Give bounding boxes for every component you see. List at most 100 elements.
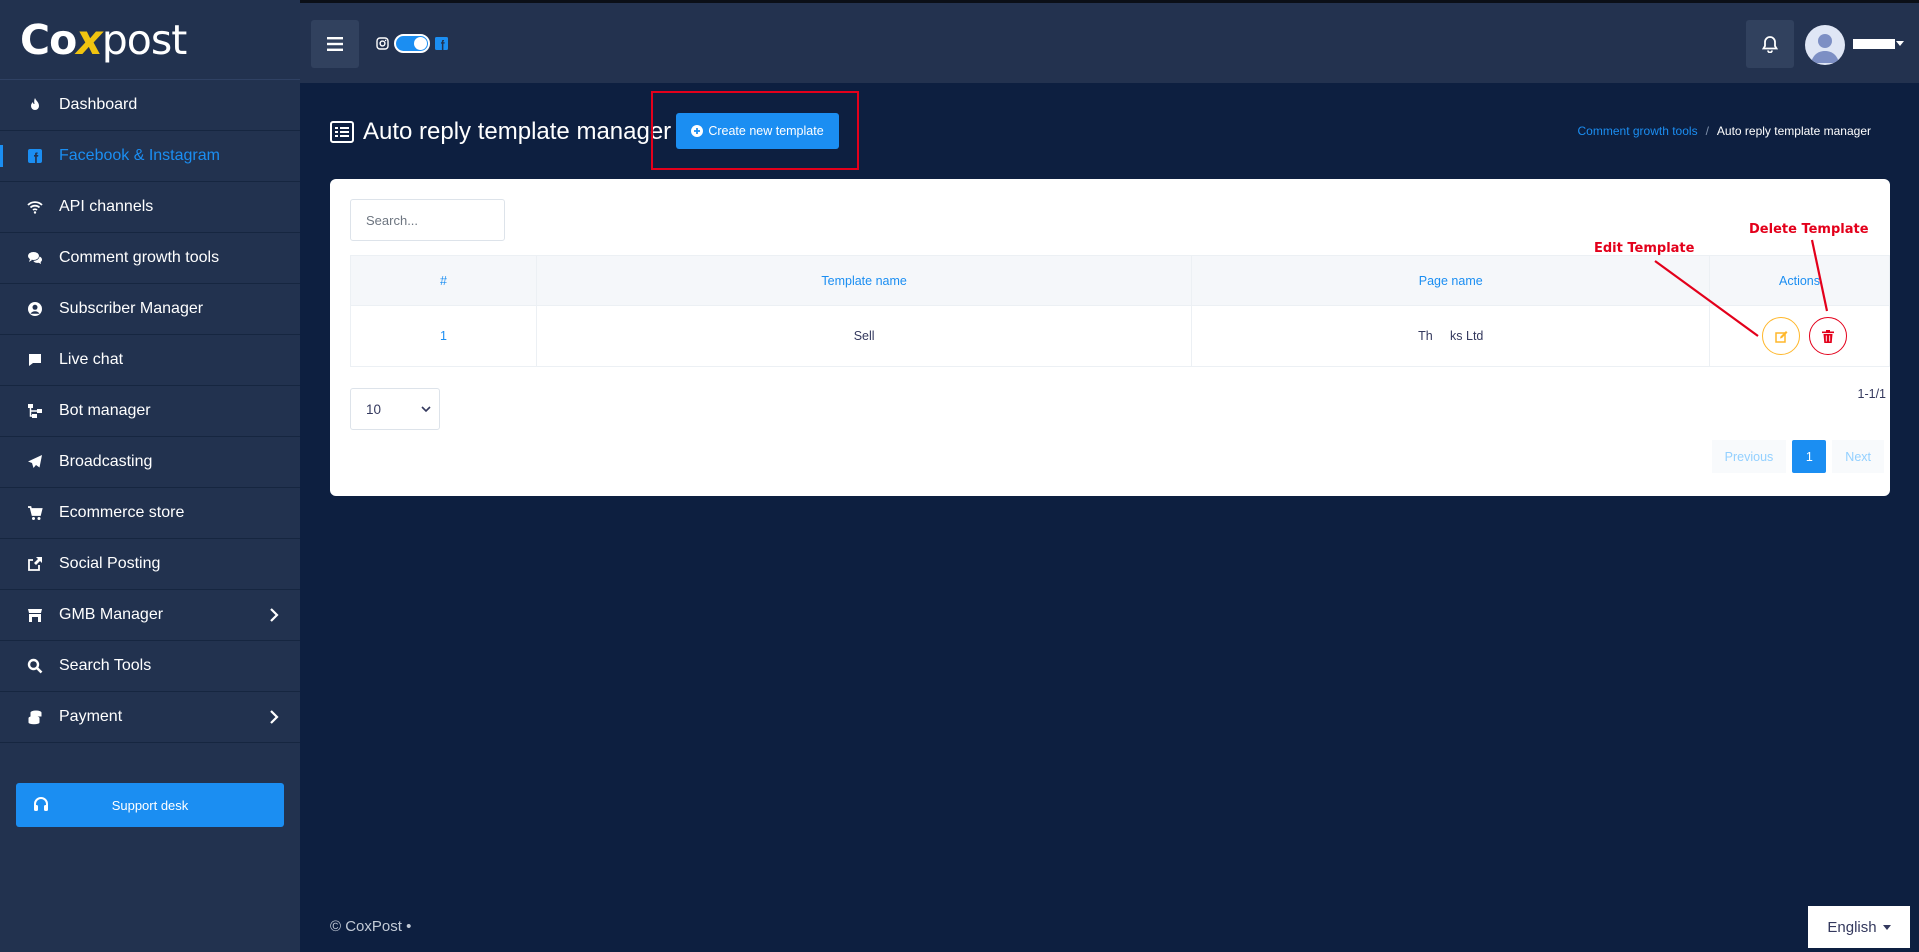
breadcrumb-current: Auto reply template manager (1716, 124, 1871, 138)
notifications-button[interactable] (1746, 20, 1794, 68)
sidebar-item-label: Comment growth tools (59, 249, 220, 266)
delete-template-button[interactable] (1808, 317, 1847, 355)
sidebar-item-social-posting[interactable]: Social Posting (0, 539, 300, 590)
sidebar-nav: Dashboard Facebook & Instagram API chann… (0, 80, 300, 743)
sidebar-item-dashboard[interactable]: Dashboard (0, 80, 300, 131)
sidebar-item-label: Bot manager (59, 402, 151, 419)
menu-toggle-button[interactable] (311, 20, 359, 68)
column-header-template-name[interactable]: Template name (535, 255, 1193, 306)
templates-table: # Template name Page name Actions 1 Sell… (350, 255, 1890, 367)
headset-icon (34, 797, 48, 811)
sidebar: Coxpost Dashboard Facebook & Instagram A… (0, 0, 300, 952)
language-label: English (1827, 918, 1877, 936)
sidebar-item-live-chat[interactable]: Live chat (0, 335, 300, 386)
sidebar-item-facebook-instagram[interactable]: Facebook & Instagram (0, 131, 300, 182)
brand-logo[interactable]: Coxpost (0, 0, 300, 80)
create-new-template-label: Create new template (708, 124, 824, 138)
sidebar-item-label: Subscriber Manager (59, 300, 204, 317)
column-header-page-name[interactable]: Page name (1191, 255, 1711, 306)
sidebar-item-label: API channels (59, 198, 154, 215)
template-card: # Template name Page name Actions 1 Sell… (330, 179, 1890, 496)
wifi-icon (26, 198, 44, 216)
user-avatar-icon (1811, 34, 1839, 63)
sidebar-item-label: Search Tools (59, 657, 152, 674)
pagination-page-1[interactable]: 1 (1792, 440, 1827, 473)
footer-copyright: © CoxPost • (330, 918, 412, 935)
sidebar-item-bot-manager[interactable]: Bot manager (0, 386, 300, 437)
list-alt-icon (330, 121, 354, 143)
sidebar-item-label: Dashboard (59, 96, 138, 113)
sidebar-item-api-channels[interactable]: API channels (0, 182, 300, 233)
sidebar-item-subscriber-manager[interactable]: Subscriber Manager (0, 284, 300, 335)
row-page-name: Th ks Ltd (1191, 305, 1711, 367)
sidebar-item-label: Ecommerce store (59, 504, 185, 521)
column-header-actions: Actions (1709, 255, 1890, 306)
top-navbar (300, 0, 1919, 83)
sidebar-item-label: Payment (59, 708, 123, 725)
facebook-icon (26, 147, 44, 165)
table-row: 1 Sell Th ks Ltd (350, 305, 1890, 367)
sidebar-item-ecommerce-store[interactable]: Ecommerce store (0, 488, 300, 539)
search-input[interactable] (350, 199, 505, 241)
sidebar-item-label: Broadcasting (59, 453, 153, 470)
sidebar-item-label: Facebook & Instagram (59, 147, 220, 164)
sidebar-item-label: GMB Manager (59, 606, 164, 623)
sitemap-icon (26, 402, 44, 420)
create-new-template-button[interactable]: Create new template (676, 113, 839, 149)
chevron-right-icon (270, 710, 279, 724)
row-index: 1 (350, 305, 537, 367)
row-actions (1709, 305, 1890, 367)
edit-icon (1774, 330, 1788, 343)
row-template-name: Sell (535, 305, 1193, 367)
sidebar-item-search-tools[interactable]: Search Tools (0, 641, 300, 692)
chevron-down-icon (421, 406, 431, 413)
delete-template-annotation: Delete Template (1749, 222, 1869, 237)
user-circle-icon (26, 300, 44, 318)
user-name[interactable] (1853, 39, 1895, 49)
caret-down-icon (1882, 924, 1891, 930)
share-square-icon (26, 555, 44, 573)
page-title-text: Auto reply template manager (363, 118, 672, 145)
sidebar-item-comment-growth-tools[interactable]: Comment growth tools (0, 233, 300, 284)
record-count: 1-1/1 (1857, 387, 1887, 401)
bell-icon (1762, 36, 1778, 53)
edit-template-button[interactable] (1762, 317, 1801, 355)
plus-circle-icon (691, 125, 704, 137)
table-header-row: # Template name Page name Actions (350, 255, 1890, 306)
support-desk-button[interactable]: Support desk (16, 783, 284, 827)
edit-template-annotation: Edit Template (1594, 241, 1695, 256)
shopping-cart-icon (26, 504, 44, 522)
hamburger-icon (327, 37, 343, 51)
breadcrumb-link-comment-growth-tools[interactable]: Comment growth tools (1578, 124, 1698, 138)
language-select-button[interactable]: English (1808, 906, 1910, 948)
breadcrumb: Comment growth tools / Auto reply templa… (1578, 124, 1871, 138)
page-length-value: 10 (366, 401, 382, 417)
store-icon (26, 606, 44, 624)
pagination-next[interactable]: Next (1832, 440, 1884, 473)
sidebar-item-broadcasting[interactable]: Broadcasting (0, 437, 300, 488)
trash-icon (1821, 329, 1834, 343)
sidebar-item-gmb-manager[interactable]: GMB Manager (0, 590, 300, 641)
paper-plane-icon (26, 453, 44, 471)
sidebar-item-label: Live chat (59, 351, 124, 368)
platform-toggle[interactable] (394, 34, 430, 53)
sidebar-item-payment[interactable]: Payment (0, 692, 300, 743)
instagram-icon[interactable] (376, 37, 389, 50)
coins-icon (26, 708, 44, 726)
column-header-index[interactable]: # (350, 255, 537, 306)
fire-icon (26, 96, 44, 114)
search-icon (26, 657, 44, 675)
page-length-select[interactable]: 10 (350, 388, 440, 430)
support-desk-label: Support desk (111, 797, 189, 813)
logo-text: Coxpost (20, 15, 187, 64)
sidebar-item-label: Social Posting (59, 555, 161, 572)
page-title: Auto reply template manager (330, 118, 671, 146)
user-caret-icon (1896, 41, 1904, 46)
platform-switch (376, 34, 448, 53)
breadcrumb-separator: / (1705, 124, 1709, 138)
chevron-right-icon (270, 608, 279, 622)
chat-bubble-icon (26, 351, 44, 369)
pagination-previous[interactable]: Previous (1711, 440, 1787, 473)
avatar[interactable] (1805, 25, 1845, 65)
facebook-icon[interactable] (435, 37, 448, 50)
